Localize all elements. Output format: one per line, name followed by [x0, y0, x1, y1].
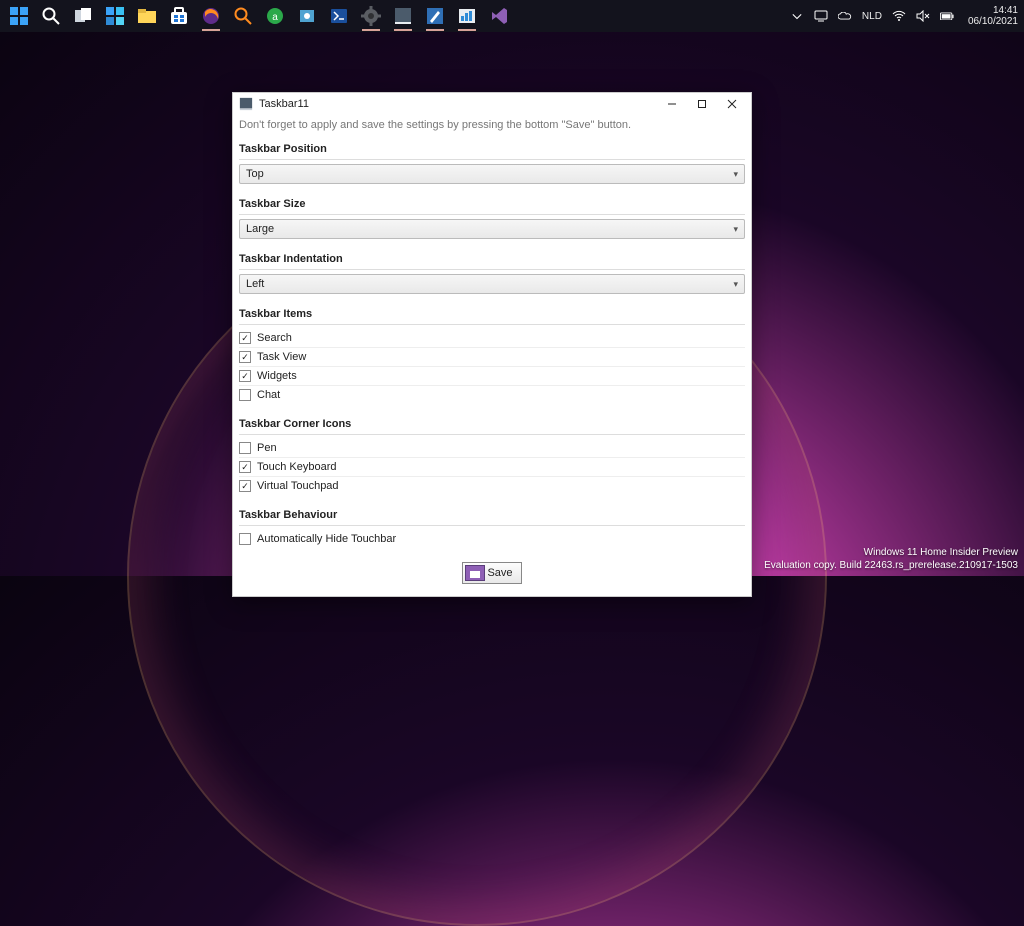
nightly-icon[interactable] — [230, 4, 256, 29]
maximize-button[interactable] — [687, 94, 717, 114]
items-label: Taskbar Items — [239, 302, 745, 325]
clock[interactable]: 14:41 06/10/2021 — [968, 5, 1018, 27]
items-row: ✓ Search — [239, 329, 745, 348]
checkbox-label: Automatically Hide Touchbar — [257, 533, 396, 545]
size-select[interactable]: Large ▾ — [239, 219, 745, 239]
close-button[interactable] — [717, 94, 747, 114]
chevron-down-icon: ▾ — [733, 279, 738, 290]
checkbox-label: Search — [257, 332, 292, 344]
behaviour-label: Taskbar Behaviour — [239, 503, 745, 526]
behaviour-row: Automatically Hide Touchbar — [239, 530, 745, 548]
titlebar[interactable]: Taskbar11 — [233, 93, 751, 115]
size-value: Large — [246, 223, 274, 235]
green-app-icon[interactable]: a — [262, 4, 288, 29]
checkbox-label: Chat — [257, 389, 280, 401]
checkbox[interactable] — [239, 533, 251, 545]
app-icon — [239, 97, 253, 111]
projector-icon[interactable] — [814, 9, 828, 23]
taskview-icon[interactable] — [70, 4, 96, 29]
checkbox-label: Virtual Touchpad — [257, 480, 339, 492]
chevron-down-icon: ▾ — [733, 224, 738, 235]
volume-muted-icon[interactable] — [916, 9, 930, 23]
search-icon[interactable] — [38, 4, 64, 29]
corner-row: ✓ Virtual Touchpad — [239, 477, 745, 495]
checkbox[interactable]: ✓ — [239, 351, 251, 363]
editor-icon[interactable] — [422, 4, 448, 29]
onedrive-icon[interactable] — [838, 9, 852, 23]
chart-app-icon[interactable] — [454, 4, 480, 29]
store-icon[interactable] — [166, 4, 192, 29]
explorer-icon[interactable] — [134, 4, 160, 29]
minimize-button[interactable] — [657, 94, 687, 114]
checkbox-label: Task View — [257, 351, 306, 363]
powershell-icon[interactable] — [326, 4, 352, 29]
tray-expand-icon[interactable] — [790, 9, 804, 23]
indent-select[interactable]: Left ▾ — [239, 274, 745, 294]
visualstudio-icon[interactable] — [486, 4, 512, 29]
save-button[interactable]: Save — [462, 562, 521, 584]
watermark-line2: Evaluation copy. Build 22463.rs_prerelea… — [764, 560, 1018, 573]
taskbar-pinned: a — [6, 4, 512, 29]
svg-text:a: a — [272, 12, 278, 23]
security-icon[interactable] — [294, 4, 320, 29]
battery-icon[interactable] — [940, 9, 954, 23]
corner-label: Taskbar Corner Icons — [239, 412, 745, 435]
corner-row: ✓ Touch Keyboard — [239, 458, 745, 477]
window-title: Taskbar11 — [259, 98, 309, 110]
desktop-watermark: Windows 11 Home Insider Preview Evaluati… — [764, 547, 1018, 572]
clock-date: 06/10/2021 — [968, 16, 1018, 27]
items-row: Chat — [239, 386, 745, 404]
checkbox[interactable]: ✓ — [239, 370, 251, 382]
size-label: Taskbar Size — [239, 192, 745, 215]
checkbox[interactable]: ✓ — [239, 332, 251, 344]
system-tray: NLD 14:41 06/10/2021 — [790, 5, 1018, 27]
input-language[interactable]: NLD — [862, 11, 882, 22]
position-label: Taskbar Position — [239, 137, 745, 160]
checkbox-label: Touch Keyboard — [257, 461, 337, 473]
checkbox[interactable] — [239, 389, 251, 401]
save-button-label: Save — [487, 567, 512, 579]
firefox-icon[interactable] — [198, 4, 224, 29]
watermark-line1: Windows 11 Home Insider Preview — [764, 547, 1018, 560]
indent-value: Left — [246, 278, 264, 290]
clock-time: 14:41 — [968, 5, 1018, 16]
chevron-down-icon: ▾ — [733, 169, 738, 180]
checkbox[interactable]: ✓ — [239, 461, 251, 473]
settings-icon[interactable] — [358, 4, 384, 29]
position-value: Top — [246, 168, 264, 180]
taskbar11-window: Taskbar11 Don't forget to apply and save… — [232, 92, 752, 597]
taskbar11-app-icon[interactable] — [390, 4, 416, 29]
items-row: ✓ Widgets — [239, 367, 745, 386]
corner-row: Pen — [239, 439, 745, 458]
taskbar: a NLD — [0, 0, 1024, 32]
indent-label: Taskbar Indentation — [239, 247, 745, 270]
checkbox-label: Widgets — [257, 370, 297, 382]
items-row: ✓ Task View — [239, 348, 745, 367]
hint-text: Don't forget to apply and save the setti… — [239, 115, 745, 137]
widgets-icon[interactable] — [102, 4, 128, 29]
checkbox[interactable]: ✓ — [239, 480, 251, 492]
save-floppy-icon — [465, 565, 485, 581]
start-button[interactable] — [6, 4, 32, 29]
checkbox-label: Pen — [257, 442, 277, 454]
position-select[interactable]: Top ▾ — [239, 164, 745, 184]
checkbox[interactable] — [239, 442, 251, 454]
wifi-icon[interactable] — [892, 9, 906, 23]
